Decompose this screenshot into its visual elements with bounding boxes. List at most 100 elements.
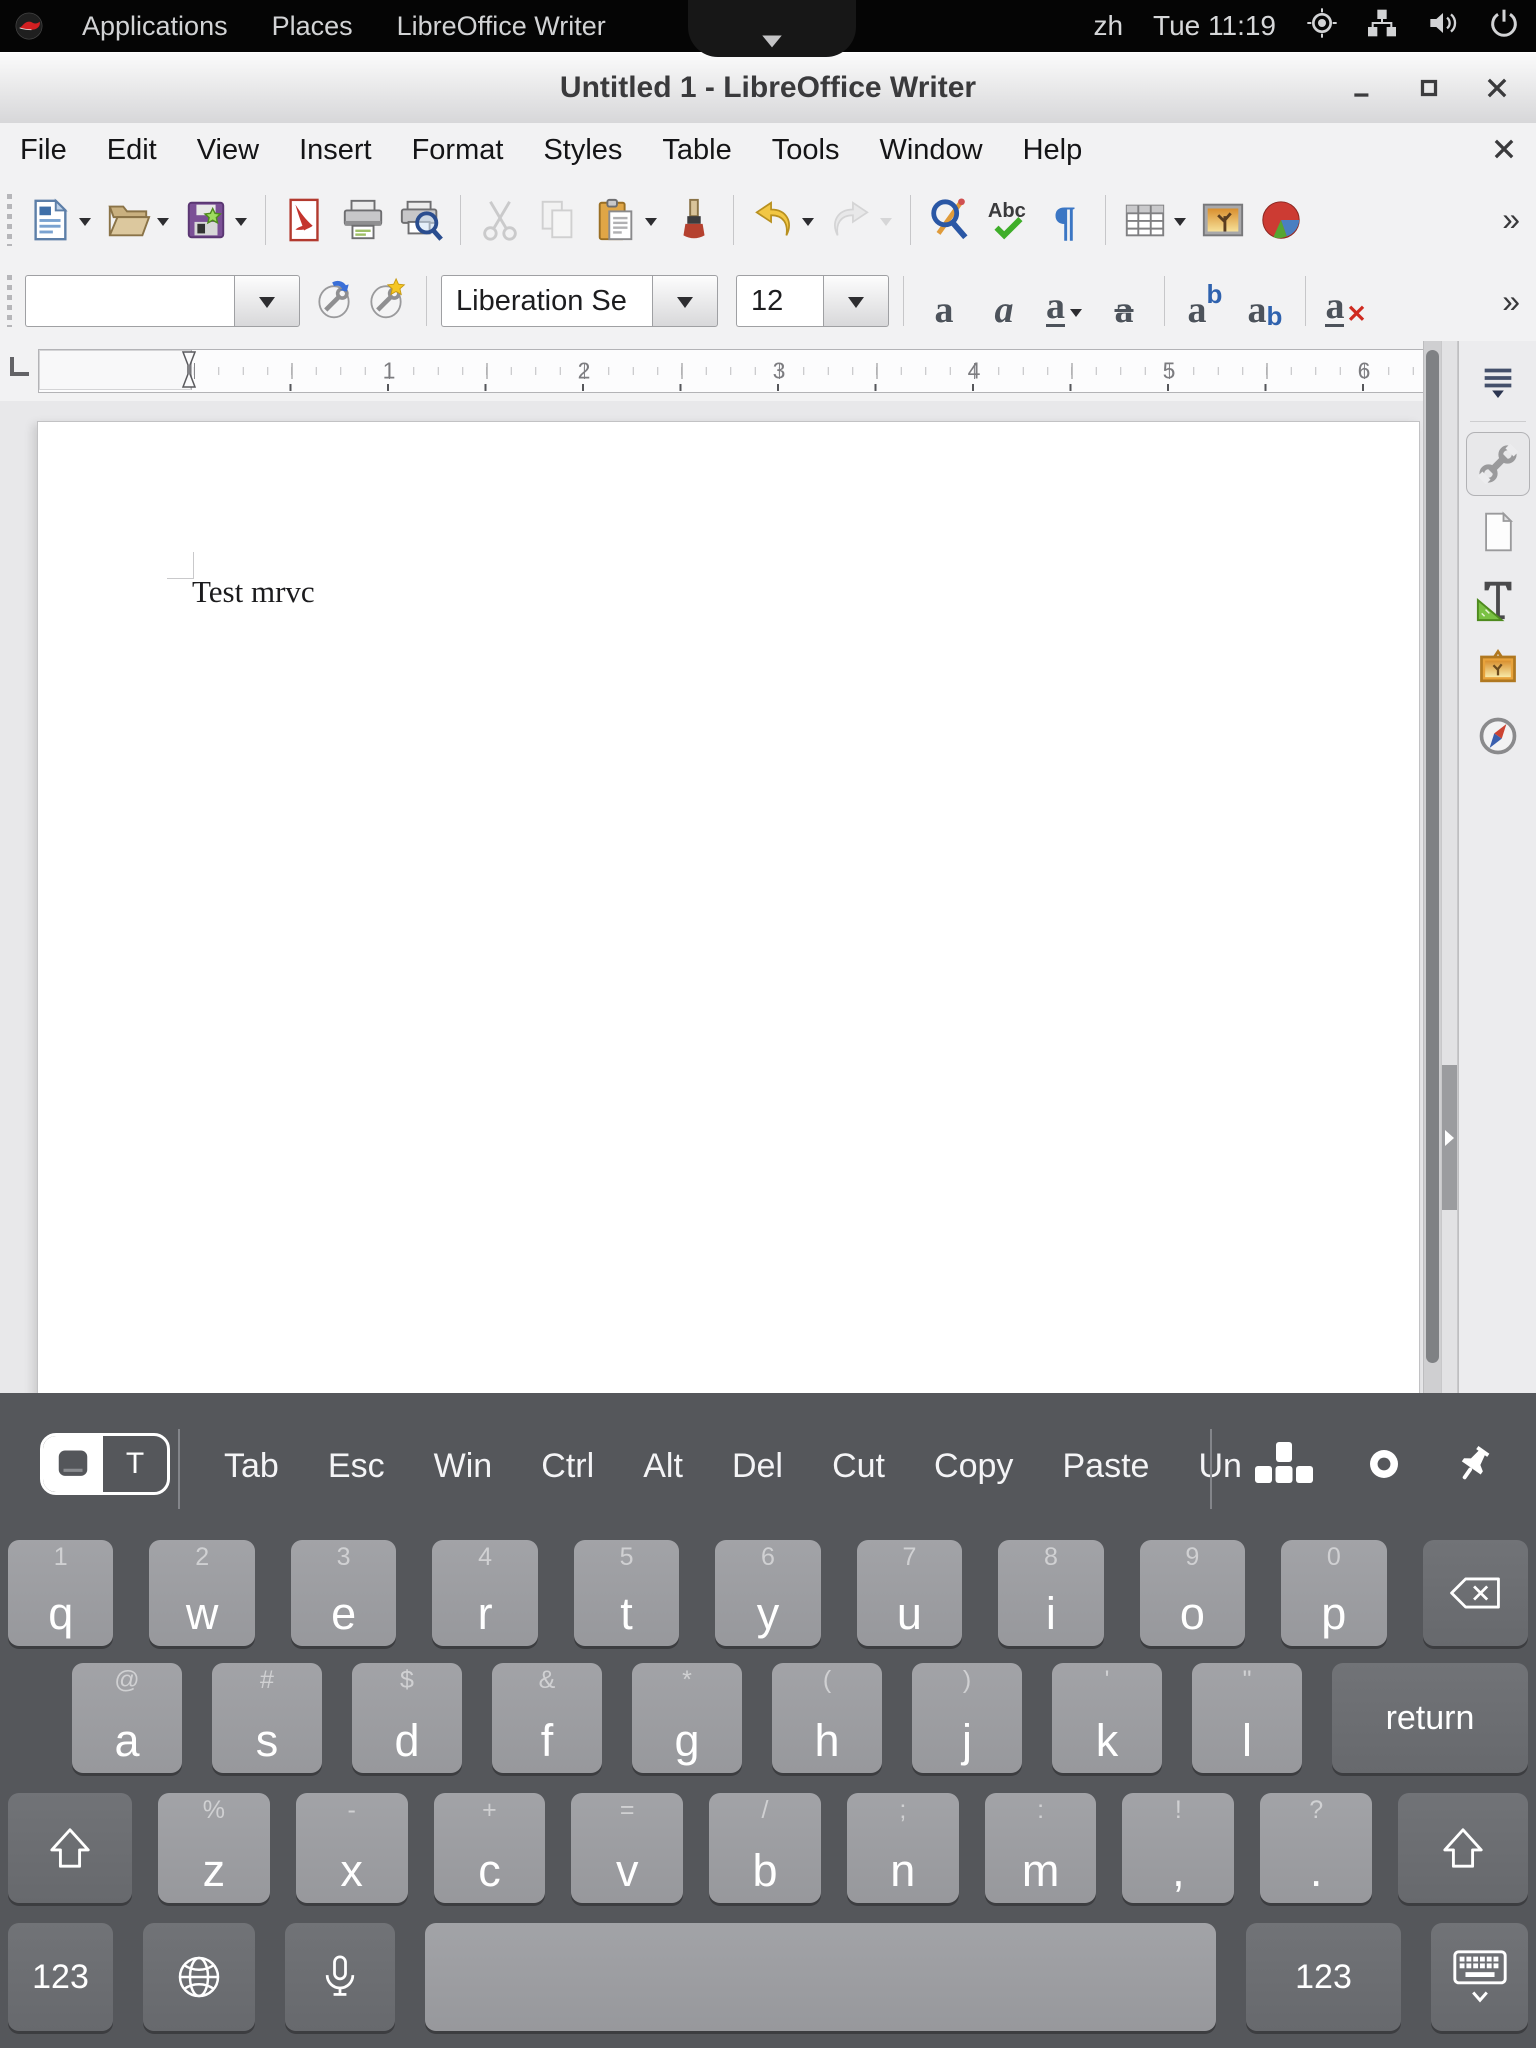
open-button[interactable] xyxy=(99,188,177,252)
input-method-indicator[interactable]: zh xyxy=(1093,10,1123,42)
dropdown-arrow-icon[interactable] xyxy=(235,218,247,232)
sidebar-tab-properties[interactable] xyxy=(1466,432,1530,496)
undo-button[interactable] xyxy=(744,188,822,252)
bold-button[interactable]: a xyxy=(914,265,974,337)
tab-stop-type-selector[interactable] xyxy=(10,357,29,376)
key-copy[interactable]: Copy xyxy=(934,1447,1013,1486)
clone-formatting-button[interactable] xyxy=(665,188,723,252)
document-paragraph[interactable]: Test mrvc xyxy=(192,574,315,610)
dropdown-arrow-icon[interactable] xyxy=(1070,309,1082,323)
volume-button[interactable] xyxy=(1426,7,1460,46)
key-win[interactable]: Win xyxy=(434,1447,493,1486)
toolbar-overflow-button[interactable]: » xyxy=(1502,283,1520,320)
key-t[interactable]: 5t xyxy=(574,1540,679,1646)
menu-table[interactable]: Table xyxy=(642,123,751,178)
key-g[interactable]: *g xyxy=(632,1663,742,1773)
key-s[interactable]: #s xyxy=(212,1663,322,1773)
shift-left-key[interactable] xyxy=(8,1793,132,1903)
redo-button[interactable] xyxy=(822,188,900,252)
document-canvas[interactable]: Test mrvc xyxy=(0,401,1423,1393)
subscript-button[interactable]: ab xyxy=(1235,265,1295,337)
font-size-value[interactable]: 12 xyxy=(736,275,823,327)
font-name-value[interactable]: Liberation Se xyxy=(441,275,652,327)
key-esc[interactable]: Esc xyxy=(328,1447,385,1486)
key-u[interactable]: 7u xyxy=(857,1540,962,1646)
keyboard-settings-button[interactable] xyxy=(1356,1436,1412,1497)
key-a[interactable]: @a xyxy=(72,1663,182,1773)
italic-button[interactable]: a xyxy=(974,265,1034,337)
dropdown-arrow-icon[interactable] xyxy=(157,218,169,232)
period-key[interactable]: ?. xyxy=(1260,1793,1372,1903)
key-j[interactable]: )j xyxy=(912,1663,1022,1773)
key-p[interactable]: 0p xyxy=(1281,1540,1386,1646)
insert-table-button[interactable] xyxy=(1116,188,1194,252)
network-button[interactable] xyxy=(1366,7,1398,46)
key-z[interactable]: %z xyxy=(158,1793,270,1903)
font-name-combobox[interactable]: Liberation Se xyxy=(441,275,718,327)
key-x[interactable]: -x xyxy=(296,1793,408,1903)
key-h[interactable]: (h xyxy=(772,1663,882,1773)
paragraph-style-dropdown[interactable] xyxy=(234,275,300,327)
minimize-button[interactable] xyxy=(1348,73,1378,103)
sidebar-tab-styles[interactable] xyxy=(1466,568,1530,632)
close-document-icon[interactable] xyxy=(1490,135,1518,163)
dropdown-arrow-icon[interactable] xyxy=(1174,218,1186,232)
window-titlebar[interactable]: Untitled 1 - LibreOffice Writer xyxy=(0,52,1536,124)
update-style-button[interactable] xyxy=(312,277,356,326)
paragraph-style-combobox[interactable] xyxy=(25,275,300,327)
key-i[interactable]: 8i xyxy=(998,1540,1103,1646)
comma-key[interactable]: !, xyxy=(1122,1793,1234,1903)
key-tab[interactable]: Tab xyxy=(224,1447,279,1486)
screen-record-button[interactable] xyxy=(1306,7,1338,46)
font-size-dropdown[interactable] xyxy=(823,275,889,327)
cut-button[interactable] xyxy=(471,188,529,252)
menu-edit[interactable]: Edit xyxy=(87,123,177,178)
new-style-button[interactable] xyxy=(364,277,408,326)
horizontal-ruler[interactable]: 123456 xyxy=(38,349,1424,393)
space-key[interactable] xyxy=(425,1923,1216,2031)
close-button[interactable] xyxy=(1482,73,1512,103)
export-pdf-button[interactable] xyxy=(276,188,334,252)
return-key[interactable]: return xyxy=(1332,1663,1528,1773)
topbar-menu-applications[interactable]: Applications xyxy=(60,0,250,52)
toolbar-drag-handle[interactable] xyxy=(6,275,13,327)
key-paste[interactable]: Paste xyxy=(1062,1447,1149,1486)
find-replace-button[interactable] xyxy=(921,188,979,252)
key-y[interactable]: 6y xyxy=(715,1540,820,1646)
keyboard-handle[interactable] xyxy=(688,0,856,57)
menu-tools[interactable]: Tools xyxy=(752,123,860,178)
dropdown-arrow-icon[interactable] xyxy=(880,218,892,232)
menu-file[interactable]: File xyxy=(0,123,87,178)
numbers-key-right[interactable]: 123 xyxy=(1246,1923,1401,2031)
sidebar-splitter[interactable] xyxy=(1441,341,1458,1393)
trackpad-mode-button[interactable] xyxy=(43,1436,103,1492)
key-w[interactable]: 2w xyxy=(149,1540,254,1646)
strikethrough-button[interactable]: a xyxy=(1094,265,1154,337)
key-q[interactable]: 1q xyxy=(8,1540,113,1646)
key-v[interactable]: =v xyxy=(571,1793,683,1903)
sidebar-tab-page[interactable] xyxy=(1466,500,1530,564)
power-button[interactable] xyxy=(1488,7,1520,46)
menu-view[interactable]: View xyxy=(177,123,279,178)
key-del[interactable]: Del xyxy=(732,1447,783,1486)
print-button[interactable] xyxy=(334,188,392,252)
ruler-margin-area[interactable] xyxy=(39,350,192,390)
clock[interactable]: Tue 11:19 xyxy=(1153,10,1276,42)
topbar-menu-libreoffice-writer[interactable]: LibreOffice Writer xyxy=(375,0,628,52)
sidebar-tab-gallery[interactable] xyxy=(1466,636,1530,700)
insert-chart-button[interactable] xyxy=(1252,188,1310,252)
key-k[interactable]: 'k xyxy=(1052,1663,1162,1773)
clear-formatting-button[interactable]: a✕ xyxy=(1316,265,1376,337)
layout-switcher-button[interactable] xyxy=(1251,1440,1317,1493)
dropdown-arrow-icon[interactable] xyxy=(645,218,657,232)
menu-window[interactable]: Window xyxy=(859,123,1002,178)
globe-key[interactable] xyxy=(143,1923,255,2031)
superscript-button[interactable]: ab xyxy=(1175,265,1235,337)
backspace-key[interactable] xyxy=(1423,1540,1528,1646)
key-alt[interactable]: Alt xyxy=(643,1447,683,1486)
scrollbar-thumb[interactable] xyxy=(1426,350,1439,1363)
sidebar-collapse-handle[interactable] xyxy=(1442,1065,1457,1210)
document-page[interactable]: Test mrvc xyxy=(37,421,1420,1393)
menu-help[interactable]: Help xyxy=(1003,123,1103,178)
new-document-button[interactable] xyxy=(21,188,99,252)
